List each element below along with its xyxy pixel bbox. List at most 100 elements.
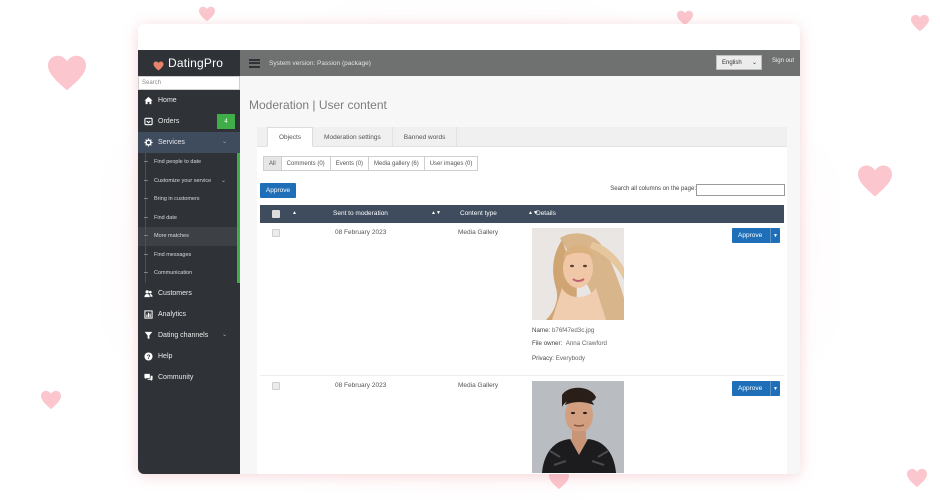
submenu-item-more-matches[interactable]: More matches bbox=[138, 227, 237, 246]
chevron-down-icon: ⌄ bbox=[220, 177, 226, 184]
sign-out-link[interactable]: Sign out bbox=[772, 58, 794, 64]
meta-owner-label: File owner: bbox=[532, 340, 563, 347]
submenu-item-label: Communication bbox=[154, 270, 193, 277]
sort-icon[interactable]: ▲▼ bbox=[431, 210, 441, 216]
submenu-item-label: Find people to date bbox=[154, 159, 202, 166]
sidebar-item-analytics[interactable]: Analytics bbox=[138, 304, 240, 325]
submenu-item-label: Find date bbox=[154, 214, 177, 221]
sidebar-item-customers[interactable]: Customers bbox=[138, 283, 240, 304]
meta-name: Name: b76f47ed3c.jpg bbox=[532, 327, 594, 334]
row-date: 08 February 2023 bbox=[335, 382, 387, 389]
submenu-item-find-messages[interactable]: Find messages bbox=[138, 245, 237, 265]
sidebar-item-label: Community bbox=[158, 373, 194, 381]
submenu-item-label: Find messages bbox=[154, 251, 192, 258]
search-label: Search all columns on the page: bbox=[610, 186, 696, 192]
heart-icon bbox=[906, 468, 928, 488]
heart-icon bbox=[46, 54, 88, 92]
approve-label: Approve bbox=[738, 232, 763, 239]
sidebar-item-label: Orders bbox=[158, 118, 180, 125]
table-row: 08 February 2023 Media Gallery bbox=[260, 376, 784, 474]
page-title: Moderation | User content bbox=[249, 98, 387, 112]
media-thumbnail[interactable] bbox=[532, 381, 624, 473]
tab-moderation-settings[interactable]: Moderation settings bbox=[313, 127, 393, 147]
sort-icon[interactable]: ▲ bbox=[292, 210, 297, 216]
heart-icon bbox=[153, 58, 164, 71]
chevron-down-icon: ⌄ bbox=[751, 60, 757, 66]
column-content-type[interactable]: Content type bbox=[460, 210, 497, 217]
home-icon bbox=[144, 96, 153, 105]
approve-button[interactable]: Approve ▼ bbox=[732, 381, 780, 396]
table-row: 08 February 2023 Media Gallery bbox=[260, 223, 784, 376]
filter-user-images[interactable]: User images (0) bbox=[423, 156, 479, 171]
file-owner[interactable]: Anna Crawford bbox=[566, 340, 607, 347]
logo-text: DatingPro bbox=[168, 56, 224, 70]
svg-text:?: ? bbox=[147, 353, 151, 360]
row-date: 08 February 2023 bbox=[335, 229, 387, 236]
tab-objects[interactable]: Objects bbox=[267, 127, 314, 147]
filter-comments[interactable]: Comments (0) bbox=[280, 156, 331, 171]
brand-logo[interactable]: DatingPro bbox=[138, 50, 240, 76]
filter-media-gallery[interactable]: Media gallery (6) bbox=[368, 156, 425, 171]
chat-icon bbox=[144, 373, 153, 382]
privacy-value: Everybody bbox=[555, 355, 585, 362]
help-icon: ? bbox=[144, 351, 153, 361]
users-icon bbox=[144, 289, 153, 298]
chevron-down-icon: ⌄ bbox=[222, 331, 228, 338]
sidebar-item-home[interactable]: Home bbox=[138, 90, 240, 111]
meta-owner: File owner: Anna Crawford bbox=[532, 340, 607, 347]
sidebar-item-help[interactable]: ? Help bbox=[138, 346, 240, 367]
tab-bar: Objects Moderation settings Banned words bbox=[257, 127, 787, 147]
filter-all[interactable]: All bbox=[263, 156, 282, 171]
meta-name-label: Name: bbox=[532, 327, 551, 334]
heart-icon bbox=[856, 164, 894, 198]
select-all-checkbox[interactable] bbox=[272, 210, 280, 218]
orders-badge: 4 bbox=[217, 114, 235, 129]
approve-selected-button[interactable]: Approve bbox=[260, 183, 296, 198]
sidebar-item-label: Customers bbox=[158, 289, 192, 297]
chart-icon bbox=[144, 309, 153, 319]
caret-down-icon[interactable]: ▼ bbox=[770, 381, 780, 396]
row-content-type: Media Gallery bbox=[458, 382, 499, 389]
sidebar: Search Home Orders 4 Services ⌄ Find peo… bbox=[138, 76, 240, 474]
funnel-icon bbox=[144, 331, 153, 340]
sidebar-item-label: Services bbox=[158, 139, 185, 146]
gear-icon bbox=[144, 138, 153, 147]
sidebar-item-dating-channels[interactable]: Dating channels ⌄ bbox=[138, 325, 240, 346]
row-checkbox[interactable] bbox=[272, 382, 280, 390]
submenu-item-label: Customize your service bbox=[154, 177, 212, 184]
sidebar-item-services[interactable]: Services ⌄ bbox=[138, 132, 240, 153]
caret-down-icon[interactable]: ▼ bbox=[770, 228, 780, 243]
filter-group: All Comments (0) Events (0) Media galler… bbox=[263, 156, 479, 171]
row-checkbox[interactable] bbox=[272, 229, 280, 237]
sidebar-item-label: Dating channels bbox=[158, 331, 209, 339]
submenu-item-communication[interactable]: Communication bbox=[138, 264, 237, 283]
heart-icon bbox=[40, 390, 62, 410]
file-name: b76f47ed3c.jpg bbox=[551, 327, 595, 334]
tab-banned-words[interactable]: Banned words bbox=[393, 127, 458, 147]
submenu-item-bring-customers[interactable]: Bring in customers bbox=[138, 190, 237, 209]
meta-privacy: Privacy: Everybody bbox=[532, 355, 585, 362]
meta-privacy-label: Privacy: bbox=[532, 355, 555, 362]
media-thumbnail[interactable] bbox=[532, 228, 624, 320]
language-value: English bbox=[722, 59, 742, 66]
sidebar-item-label: Help bbox=[158, 352, 173, 360]
top-nav: System version: Passion (package) Englis… bbox=[240, 50, 800, 76]
sidebar-item-community[interactable]: Community bbox=[138, 367, 240, 388]
submenu-item-customize-service[interactable]: Customize your service ⌄ bbox=[138, 171, 237, 191]
language-select[interactable]: English ⌄ bbox=[716, 55, 762, 70]
submenu-item-find-date[interactable]: Find date bbox=[138, 208, 237, 228]
sidebar-search-input[interactable]: Search bbox=[138, 76, 240, 90]
sidebar-item-orders[interactable]: Orders 4 bbox=[138, 111, 240, 132]
row-content-type: Media Gallery bbox=[458, 229, 499, 236]
approve-button[interactable]: Approve ▼ bbox=[732, 228, 780, 243]
submenu-item-find-people[interactable]: Find people to date bbox=[138, 153, 237, 172]
column-sent-to-moderation[interactable]: Sent to moderation bbox=[333, 210, 388, 217]
chevron-down-icon: ⌄ bbox=[222, 139, 228, 145]
hamburger-icon[interactable] bbox=[249, 58, 260, 68]
column-details[interactable]: Details bbox=[536, 210, 556, 217]
moderation-panel: Objects Moderation settings Banned words… bbox=[257, 127, 787, 474]
filter-events[interactable]: Events (0) bbox=[329, 156, 370, 171]
top-bar: DatingPro System version: Passion (packa… bbox=[138, 50, 800, 76]
search-input[interactable] bbox=[696, 184, 785, 196]
submenu-item-label: Bring in customers bbox=[154, 196, 200, 203]
